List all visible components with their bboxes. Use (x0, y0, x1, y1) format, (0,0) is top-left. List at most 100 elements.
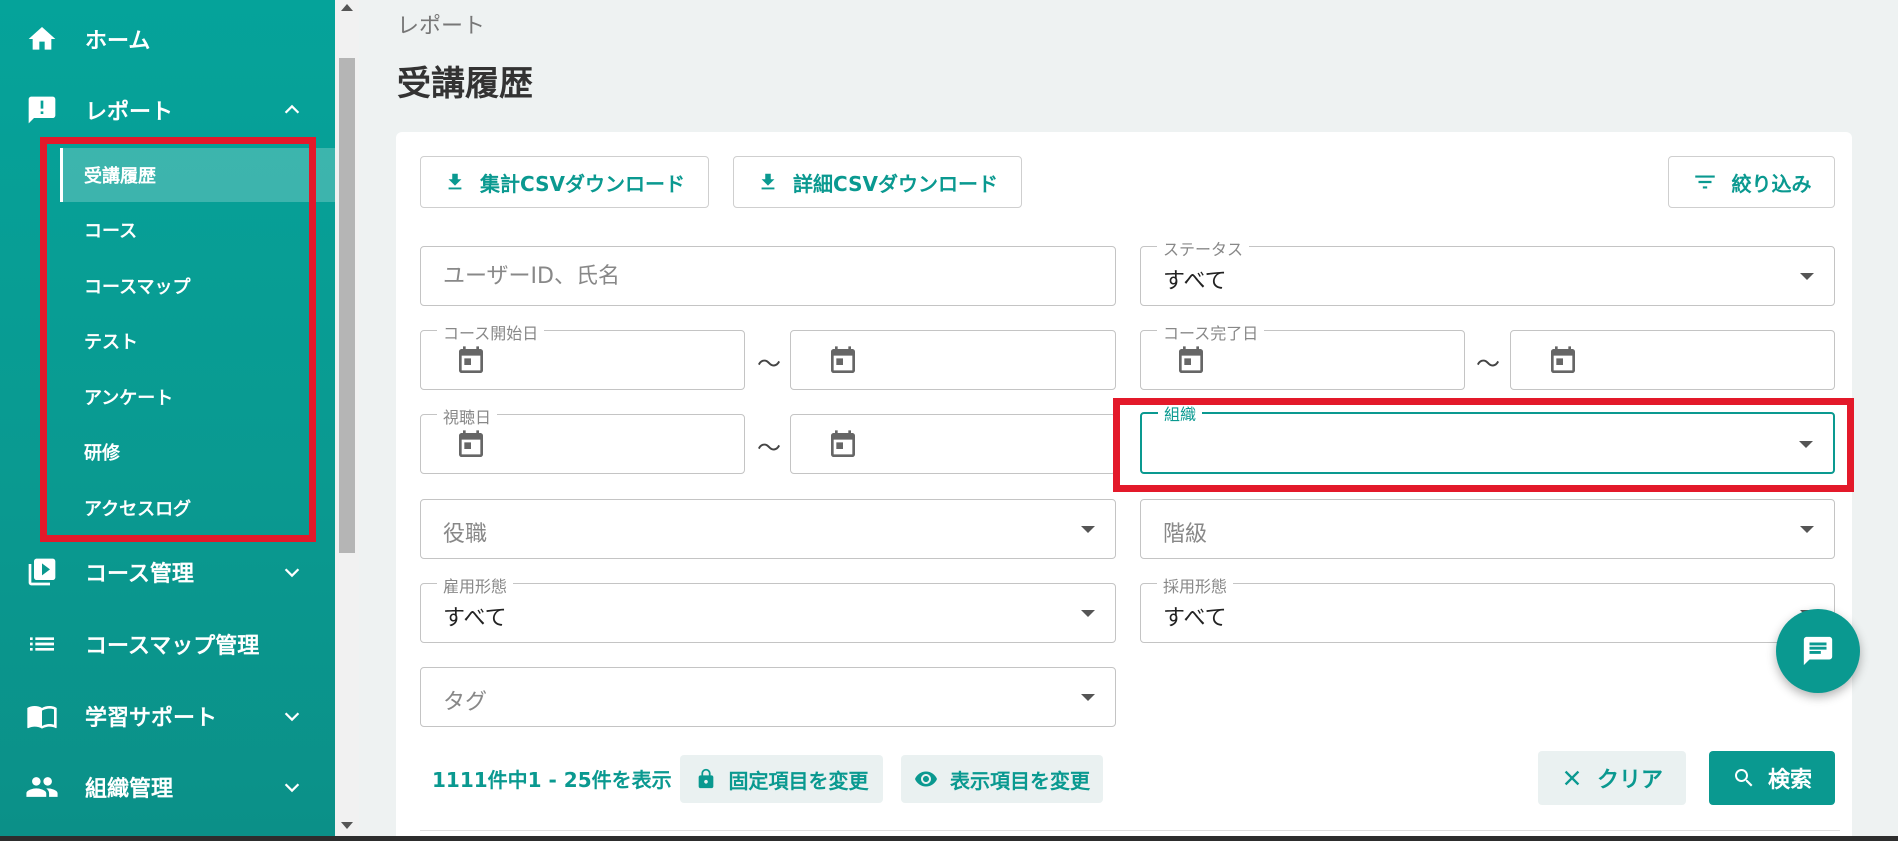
dropdown-caret-icon (1081, 610, 1095, 617)
status-select[interactable]: ステータス すべて (1140, 236, 1835, 306)
hiring-type-select[interactable]: 採用形態 すべて (1140, 573, 1835, 643)
organization-label: 組織 (1158, 401, 1203, 425)
detail-csv-download-button[interactable]: 詳細CSVダウンロード (733, 156, 1022, 208)
close-icon (1564, 770, 1580, 786)
sidebar-item-course-admin[interactable]: コース管理 (0, 542, 335, 602)
tag-select[interactable]: タグ (420, 667, 1116, 727)
calendar-icon[interactable] (1175, 345, 1207, 377)
range-separator: 〜 (757, 434, 781, 462)
chevron-down-icon (280, 775, 304, 799)
people-icon (24, 769, 60, 805)
calendar-icon[interactable] (827, 345, 859, 377)
dropdown-caret-icon (1799, 441, 1813, 448)
sidebar-item-label: コースマップ管理 (85, 634, 260, 659)
dropdown-caret-icon (1081, 694, 1095, 701)
course-end-to-field[interactable] (1510, 330, 1835, 390)
sidebar-item-label: ホーム (85, 29, 151, 54)
course-end-from-field[interactable]: コース完了日 (1140, 320, 1465, 390)
button-label: 集計CSVダウンロード (480, 171, 685, 196)
sidebar-item-report[interactable]: レポート (0, 80, 335, 140)
sidebar-subitem-accesslog[interactable]: アクセスログ (60, 481, 335, 535)
user-search-field[interactable] (420, 246, 1116, 306)
hiring-type-value: すべて (1163, 606, 1227, 631)
calendar-icon[interactable] (455, 429, 487, 461)
course-start-to-field[interactable] (790, 330, 1116, 390)
scroll-up-icon[interactable] (341, 4, 353, 11)
home-icon (24, 21, 60, 57)
tag-placeholder: タグ (443, 690, 488, 715)
range-separator: 〜 (757, 350, 781, 378)
change-fixed-columns-button[interactable]: 固定項目を変更 (680, 755, 883, 803)
sidebar-subitem-coursemap[interactable]: コースマップ (60, 259, 335, 313)
summary-csv-download-button[interactable]: 集計CSVダウンロード (420, 156, 709, 208)
sidebar-item-home[interactable]: ホーム (0, 9, 335, 69)
calendar-icon[interactable] (827, 429, 859, 461)
chat-icon (1803, 636, 1833, 666)
dropdown-caret-icon (1800, 526, 1814, 533)
employment-type-label: 雇用形態 (437, 573, 514, 597)
list-icon (24, 626, 60, 662)
book-icon (24, 698, 60, 734)
lock-icon (698, 768, 713, 789)
result-count: 1111件中1 - 25件を表示 (432, 768, 672, 792)
filter-list-icon (1694, 175, 1715, 189)
report-icon (24, 92, 60, 128)
sidebar-item-label: 学習サポート (85, 706, 218, 731)
page-title: 受講履歴 (397, 64, 533, 104)
hiring-type-label: 採用形態 (1157, 573, 1234, 597)
rank-placeholder: 階級 (1163, 522, 1208, 547)
scroll-down-icon[interactable] (341, 822, 353, 829)
sidebar-subitem-course[interactable]: コース (60, 203, 335, 257)
sidebar-item-label: コース管理 (85, 562, 194, 587)
scrollbar-thumb[interactable] (339, 58, 355, 553)
employment-type-select[interactable]: 雇用形態 すべて (420, 573, 1116, 643)
chat-fab-button[interactable] (1776, 609, 1860, 693)
filter-button[interactable]: 絞り込み (1668, 156, 1835, 208)
sidebar-subitem-training[interactable]: 研修 (60, 425, 335, 479)
button-label: 絞り込み (1731, 171, 1812, 196)
sidebar-subitem-test[interactable]: テスト (60, 314, 335, 368)
course-start-from-field[interactable]: コース開始日 (420, 320, 745, 390)
search-button[interactable]: 検索 (1709, 751, 1835, 805)
calendar-icon[interactable] (1547, 345, 1579, 377)
sidebar-subitem-survey[interactable]: アンケート (60, 370, 335, 424)
breadcrumb[interactable]: レポート (397, 8, 485, 40)
rank-select[interactable]: 階級 (1140, 499, 1835, 559)
download-icon (761, 173, 775, 190)
button-label: 固定項目を変更 (728, 768, 869, 793)
button-label: 表示項目を変更 (950, 768, 1090, 793)
sidebar: ホーム レポート 受講履歴 コース コースマップ テスト アンケート 研修 アク… (0, 0, 335, 841)
range-separator: 〜 (1476, 350, 1500, 378)
chevron-down-icon (280, 560, 304, 584)
sidebar-item-label: 組織管理 (85, 777, 174, 802)
button-label: 詳細CSVダウンロード (793, 171, 998, 196)
sidebar-item-org-admin[interactable]: 組織管理 (0, 757, 335, 817)
course-start-label: コース開始日 (437, 320, 545, 344)
sidebar-item-learning-support[interactable]: 学習サポート (0, 686, 335, 746)
sidebar-subitem-history[interactable]: 受講履歴 (60, 148, 335, 202)
sidebar-item-coursemap-admin[interactable]: コースマップ管理 (0, 614, 335, 674)
button-label: 検索 (1767, 768, 1812, 793)
calendar-icon[interactable] (455, 345, 487, 377)
sidebar-item-label: レポート (85, 100, 174, 125)
view-date-to-field[interactable] (790, 414, 1116, 474)
employment-type-value: すべて (443, 606, 507, 631)
view-date-from-field[interactable]: 視聴日 (420, 404, 745, 474)
organization-select[interactable]: 組織 (1140, 401, 1835, 474)
search-icon (1734, 769, 1753, 787)
course-end-label: コース完了日 (1157, 320, 1265, 344)
chevron-down-icon (280, 704, 304, 728)
window-bottom-edge (0, 836, 1898, 841)
video-library-icon (24, 554, 60, 590)
clear-button[interactable]: クリア (1538, 751, 1686, 805)
position-select[interactable]: 役職 (420, 499, 1116, 559)
view-date-label: 視聴日 (437, 404, 498, 428)
status-label: ステータス (1157, 236, 1250, 260)
dropdown-caret-icon (1800, 273, 1814, 280)
filter-panel (396, 132, 1852, 841)
download-icon (448, 173, 462, 190)
change-display-columns-button[interactable]: 表示項目を変更 (901, 755, 1103, 803)
position-placeholder: 役職 (443, 522, 488, 547)
user-search-input[interactable] (421, 247, 1115, 305)
sidebar-scrollbar[interactable] (335, 0, 359, 841)
